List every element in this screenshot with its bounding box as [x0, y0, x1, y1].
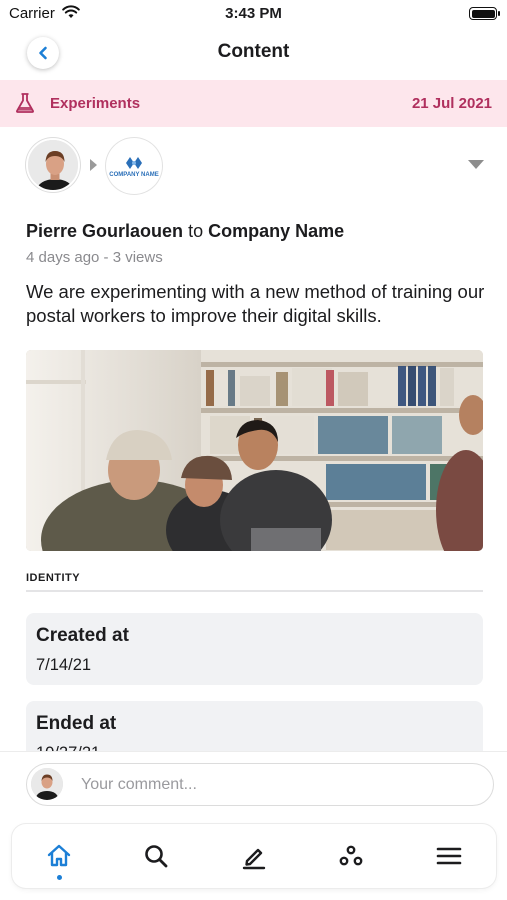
- active-tab-indicator: [57, 875, 62, 880]
- flask-icon: [16, 93, 34, 113]
- company-logo-mark: [126, 156, 142, 169]
- recipient-arrow-icon: [90, 159, 97, 171]
- post-body: We are experimenting with a new method o…: [26, 281, 485, 326]
- category-banner: Experiments 21 Jul 2021: [0, 80, 507, 127]
- category-date: 21 Jul 2021: [411, 95, 492, 112]
- battery-icon: [469, 7, 500, 20]
- tab-compose[interactable]: [224, 824, 284, 888]
- post-byline: Pierre Gourlaouen to Company Name: [26, 221, 344, 242]
- created-at-card: Created at 7/14/21: [26, 613, 483, 685]
- network-icon: [339, 845, 363, 866]
- company-logo-text: COMPANY NAME: [109, 171, 159, 178]
- author-name[interactable]: Pierre Gourlaouen: [26, 221, 183, 241]
- tab-home[interactable]: [29, 824, 89, 888]
- post-meta: 4 days ago - 3 views: [26, 249, 163, 266]
- post-image[interactable]: [26, 350, 483, 551]
- comment-input[interactable]: [26, 763, 494, 806]
- ended-at-label: Ended at: [36, 713, 117, 734]
- created-at-value: 7/14/21: [36, 656, 92, 674]
- home-icon: [47, 844, 71, 867]
- byline-connector: to: [188, 221, 204, 241]
- comment-bar: [0, 751, 507, 817]
- tab-bar: [12, 824, 496, 888]
- company-logo[interactable]: COMPANY NAME: [106, 138, 162, 194]
- menu-icon: [436, 847, 462, 865]
- page-title: Content: [217, 41, 290, 62]
- identity-section-title: IDENTITY: [26, 572, 81, 584]
- chevron-down-icon[interactable]: [468, 160, 484, 169]
- pencil-icon: [242, 848, 266, 870]
- navigation-bar: Content: [0, 30, 507, 78]
- section-divider: [26, 590, 483, 592]
- created-at-label: Created at: [36, 625, 129, 646]
- search-icon: [145, 845, 168, 868]
- status-time: 3:43 PM: [225, 5, 282, 22]
- category-label: Experiments: [50, 95, 141, 112]
- commenter-avatar: [31, 768, 63, 800]
- status-bar: Carrier 3:43 PM: [0, 0, 507, 30]
- recipient-name[interactable]: Company Name: [208, 221, 344, 241]
- tab-network[interactable]: [321, 824, 381, 888]
- author-avatar[interactable]: [26, 138, 80, 192]
- tab-search[interactable]: [126, 824, 186, 888]
- tab-menu[interactable]: [419, 824, 479, 888]
